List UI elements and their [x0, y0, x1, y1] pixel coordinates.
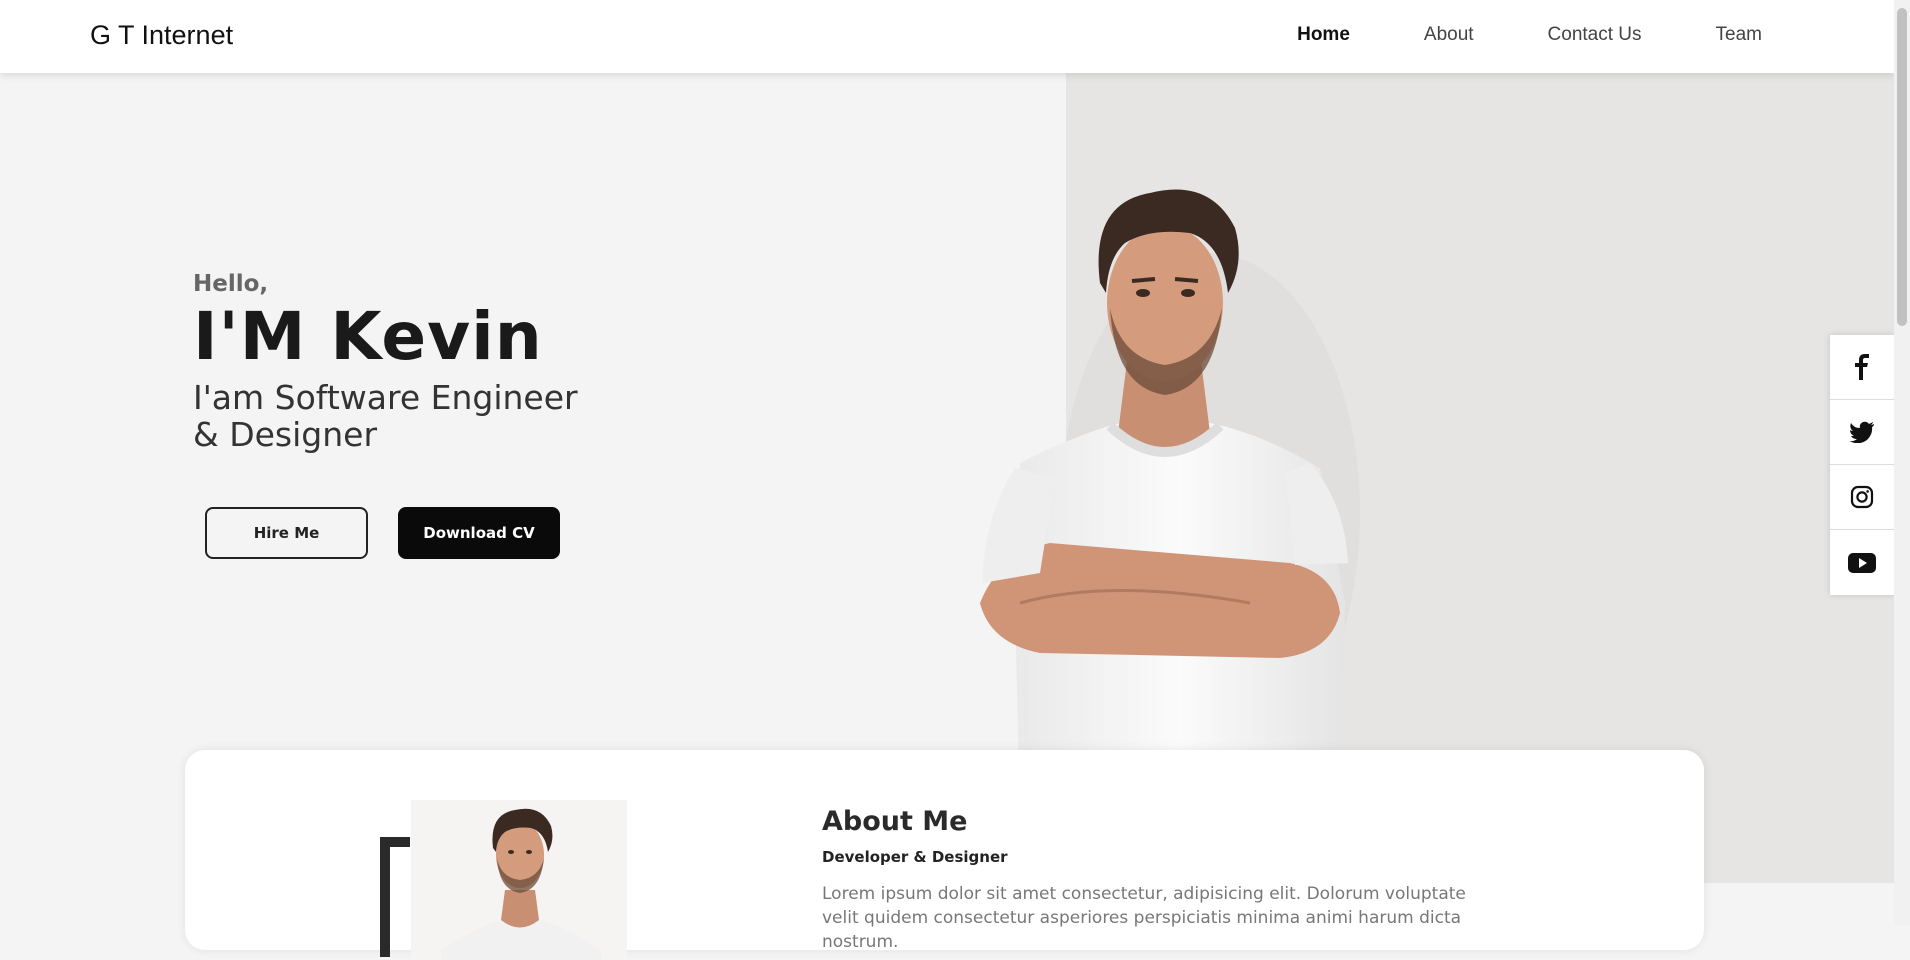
nav-about[interactable]: About — [1424, 24, 1474, 46]
about-description: Lorem ipsum dolor sit amet consectetur, … — [822, 884, 1466, 952]
hire-me-button[interactable]: Hire Me — [205, 507, 368, 559]
page-scrollbar[interactable] — [1894, 0, 1910, 926]
about-portrait-image — [411, 800, 627, 960]
hero-subtitle: I'am Software Engineer & Designer — [193, 377, 578, 454]
scrollbar-thumb[interactable] — [1897, 8, 1907, 326]
nav-team[interactable]: Team — [1716, 24, 1762, 46]
instagram-link[interactable] — [1830, 465, 1894, 530]
about-frame-decoration — [380, 837, 410, 957]
hero-buttons: Hire Me Download CV — [205, 507, 560, 559]
hero-name: I'M Kevin — [193, 298, 543, 375]
instagram-icon — [1850, 485, 1874, 509]
hero-text: Hello, I'M Kevin I'am Software Engineer … — [193, 271, 578, 454]
twitter-icon — [1849, 421, 1874, 443]
about-role: Developer & Designer — [822, 848, 1008, 866]
youtube-icon — [1848, 552, 1876, 573]
about-card: About Me Developer & Designer Lorem ipsu… — [185, 750, 1704, 960]
site-logo[interactable]: G T Internet — [90, 20, 233, 51]
nav-home[interactable]: Home — [1297, 24, 1350, 46]
site-header: G T Internet Home About Contact Us Team — [0, 0, 1894, 73]
twitter-link[interactable] — [1830, 400, 1894, 465]
hero-subtitle-line1: I'am Software Engineer — [193, 377, 578, 417]
facebook-link[interactable] — [1830, 335, 1894, 400]
hero-subtitle-line2: & Designer — [193, 414, 378, 454]
about-portrait-figure — [441, 808, 601, 960]
hero-greeting: Hello, — [193, 271, 269, 297]
social-sidebar — [1830, 335, 1894, 595]
download-cv-button[interactable]: Download CV — [398, 507, 560, 559]
hero-section: Hello, I'M Kevin I'am Software Engineer … — [0, 73, 1894, 883]
youtube-link[interactable] — [1830, 530, 1894, 595]
hero-portrait-image — [980, 189, 1360, 823]
facebook-icon — [1855, 354, 1869, 380]
main-nav: Home About Contact Us Team — [1223, 24, 1762, 46]
about-title: About Me — [822, 806, 968, 837]
nav-contact-us[interactable]: Contact Us — [1548, 24, 1642, 46]
